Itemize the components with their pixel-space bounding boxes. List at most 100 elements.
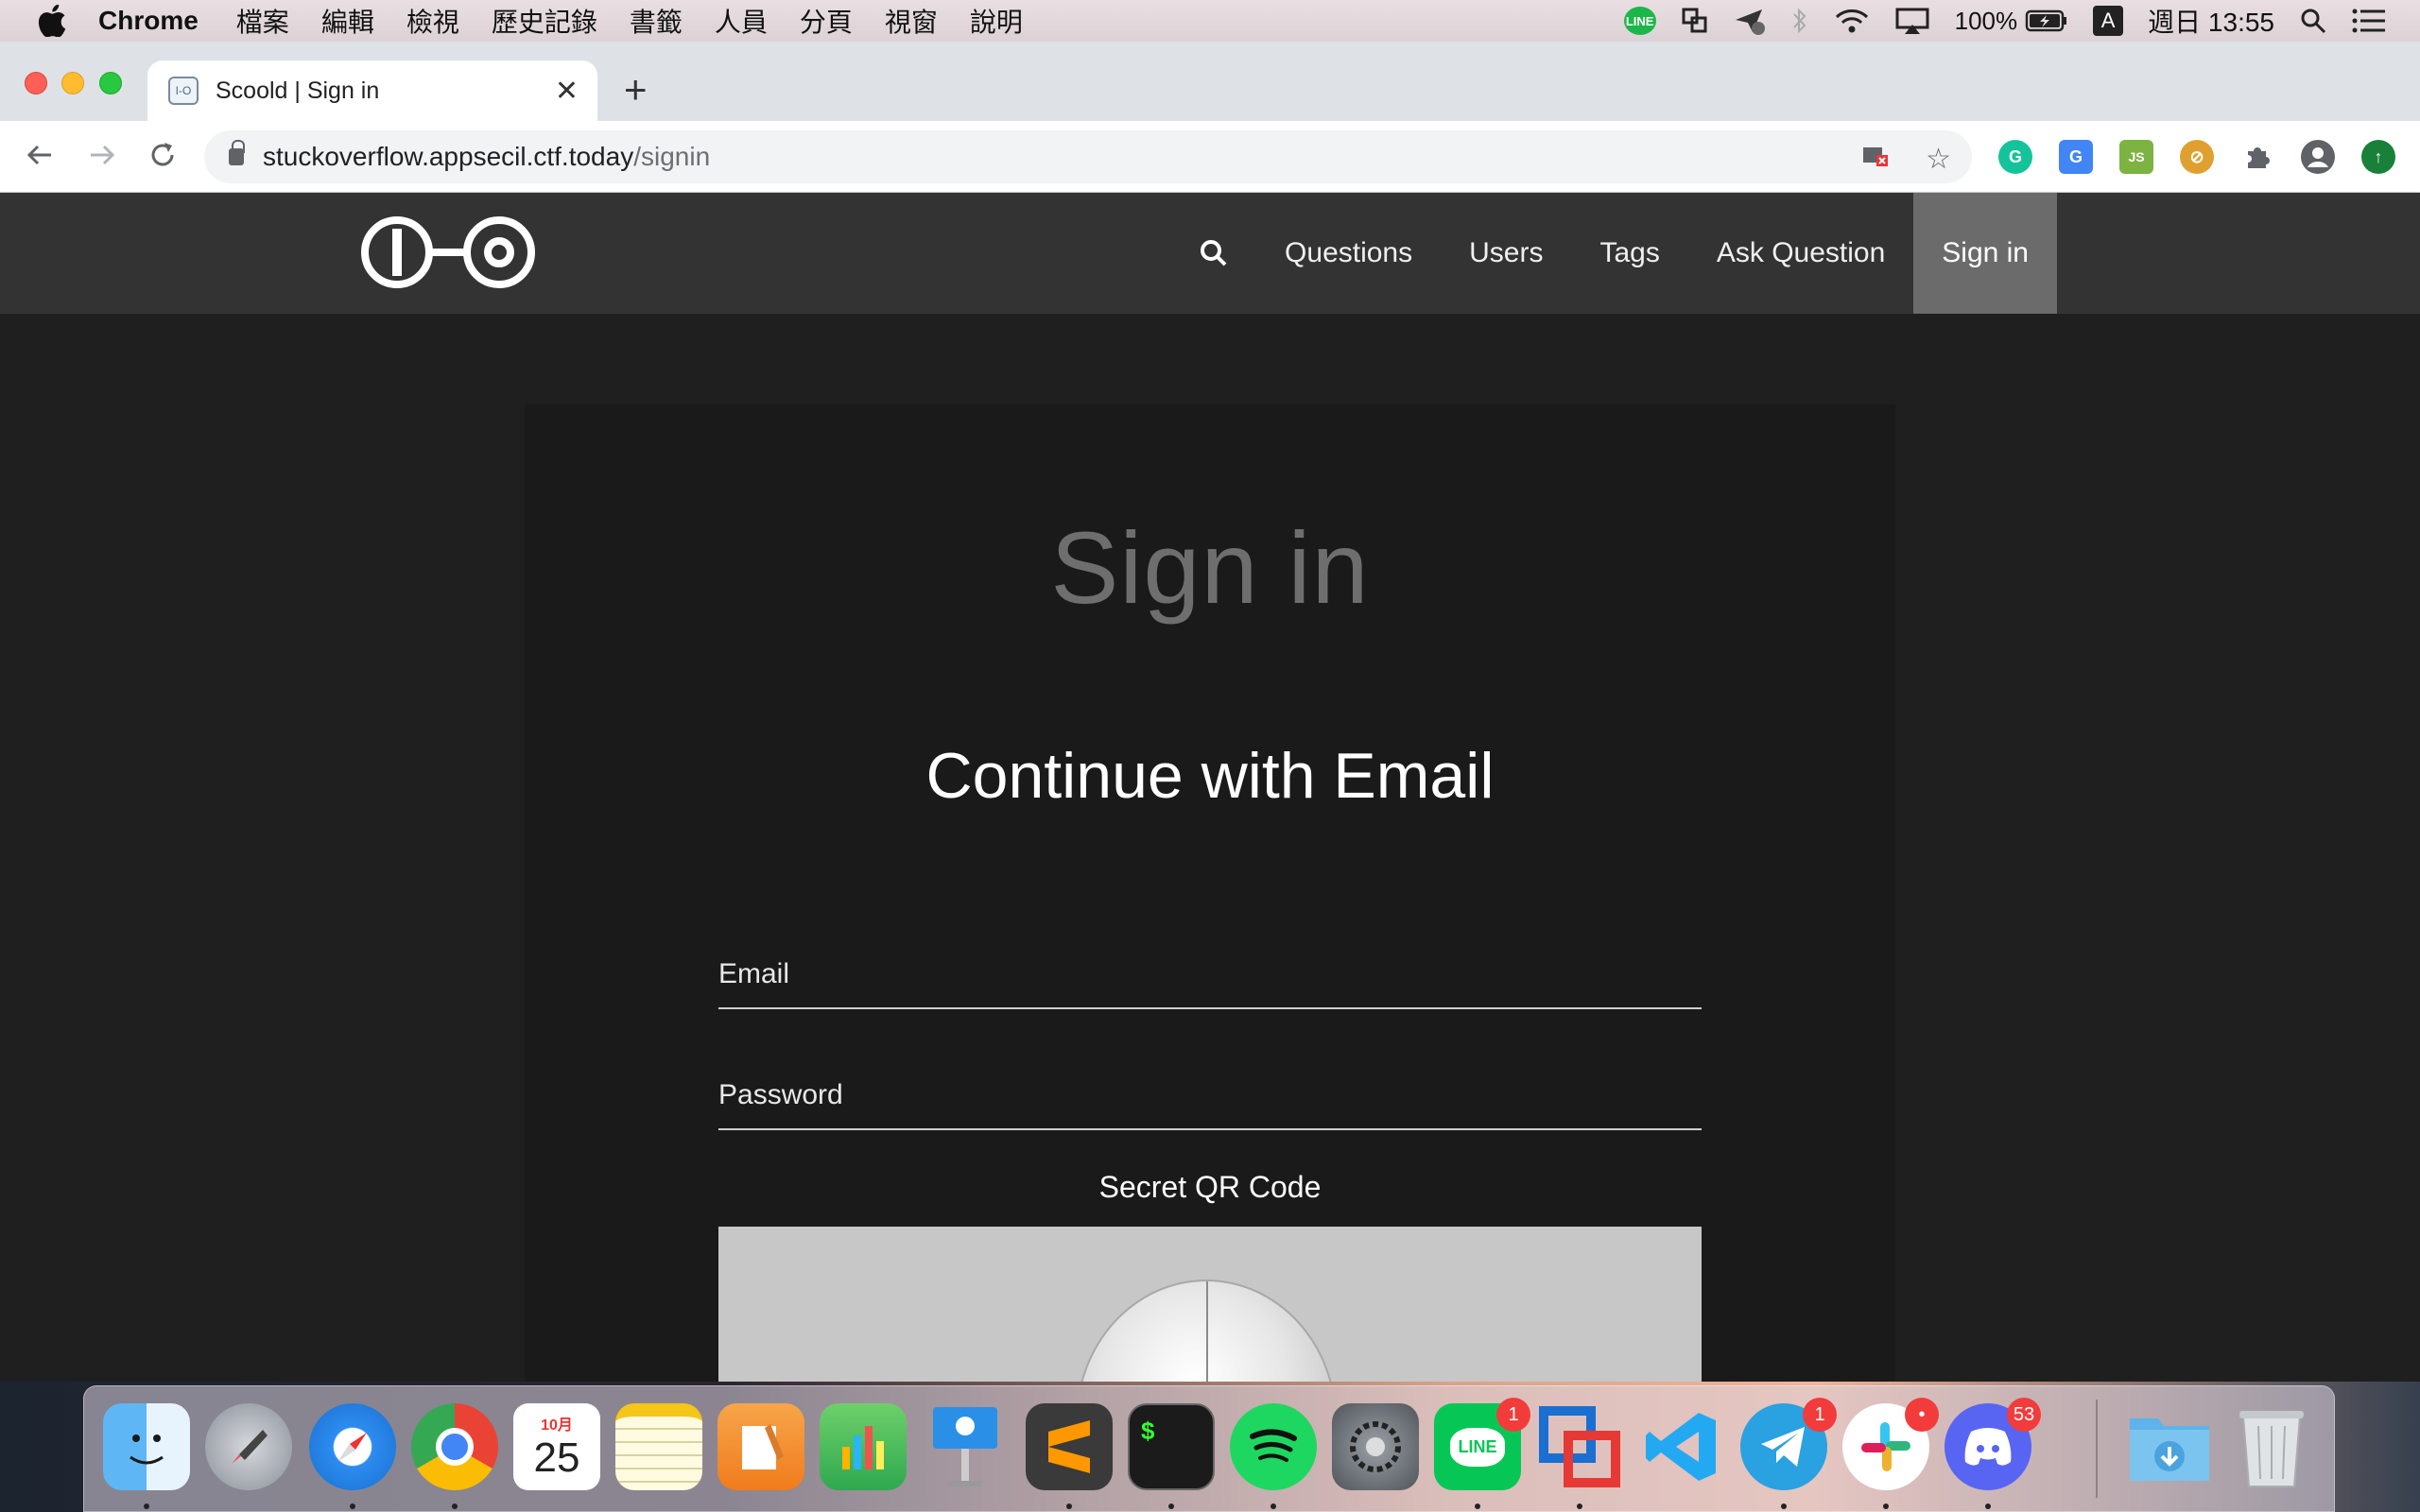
downloads-folder-icon[interactable] [2126, 1403, 2213, 1490]
terminal-running-dot [1168, 1503, 1174, 1509]
menu-file[interactable]: 檔案 [236, 2, 289, 40]
apple-icon[interactable] [38, 5, 66, 37]
system-preferences-icon[interactable] [1332, 1403, 1419, 1490]
update-arrow-icon[interactable]: ↑ [2361, 140, 2395, 174]
menu-app-name[interactable]: Chrome [98, 6, 199, 36]
window-zoom-button[interactable] [99, 72, 122, 94]
address-bar[interactable]: stuckoverflow.appsecil.ctf.today/signin … [204, 130, 1972, 183]
menu-window[interactable]: 視窗 [885, 2, 938, 40]
numbers-icon[interactable] [820, 1403, 907, 1490]
site-navbar: Questions Users Tags Ask Question Sign i… [0, 193, 2420, 314]
menu-history[interactable]: 歷史記錄 [492, 2, 597, 40]
telegram-notification-badge: 1 [1803, 1398, 1837, 1432]
bookmark-star-icon[interactable]: ☆ [1926, 143, 1951, 176]
dock-separator [2096, 1400, 2098, 1498]
browser-toolbar: stuckoverflow.appsecil.ctf.today/signin … [0, 121, 2420, 193]
telegram-icon[interactable]: 1 [1740, 1398, 1837, 1490]
chrome-running-dot [452, 1503, 458, 1509]
calendar-icon[interactable]: 10月 25 [513, 1403, 600, 1490]
vscode-icon[interactable] [1638, 1403, 1725, 1490]
continue-with-email-heading: Continue with Email [925, 740, 1495, 812]
nav-links: Questions Users Tags Ask Question Sign i… [1200, 193, 2420, 314]
url-path: /signin [633, 142, 711, 171]
battery-icon[interactable] [2025, 9, 2068, 33]
js-extension-icon[interactable]: JS [2119, 140, 2153, 174]
scoold-favicon-icon: I-O [168, 77, 199, 105]
reload-icon[interactable] [142, 134, 183, 176]
bluetooth-icon[interactable] [1790, 7, 1809, 35]
url-text[interactable]: stuckoverflow.appsecil.ctf.today/signin [263, 142, 710, 172]
tab-title: Scoold | Sign in [216, 77, 380, 104]
airplay-icon[interactable] [1894, 7, 1930, 35]
line-status-icon[interactable]: LINE [1623, 7, 1656, 35]
window-close-button[interactable] [25, 72, 47, 94]
notes-icon[interactable] [615, 1403, 702, 1490]
nav-signin-link[interactable]: Sign in [1913, 193, 2057, 314]
pages-icon[interactable] [717, 1403, 804, 1490]
lock-icon[interactable] [229, 140, 245, 165]
secret-qr-code-label: Secret QR Code [1098, 1170, 1322, 1204]
tab-close-icon[interactable]: ✕ [555, 75, 579, 108]
menu-tab[interactable]: 分頁 [800, 2, 853, 40]
tab-strip: I-O Scoold | Sign in ✕ + [0, 42, 2420, 121]
search-icon[interactable] [1200, 239, 1228, 267]
finder-icon[interactable] [103, 1403, 190, 1490]
line-running-dot [1475, 1503, 1480, 1509]
window-minimize-button[interactable] [61, 72, 84, 94]
telegram-running-dot [1781, 1503, 1787, 1509]
calendar-day: 25 [533, 1435, 580, 1481]
email-field[interactable]: Email [718, 953, 1702, 1009]
menu-people[interactable]: 人員 [715, 2, 768, 40]
launchpad-icon[interactable] [205, 1403, 292, 1490]
terminal-prompt: $ [1141, 1417, 1155, 1445]
nav-ask-question-link[interactable]: Ask Question [1717, 237, 1885, 269]
keynote-icon[interactable] [922, 1403, 1009, 1490]
blocked-extension-icon[interactable]: ⊘ [2180, 140, 2214, 174]
page-title: Sign in [1050, 510, 1370, 625]
vmware-fusion-icon[interactable] [1536, 1403, 1623, 1490]
chrome-icon[interactable] [411, 1403, 498, 1490]
dock: 10月 25 $ LINE 1 1 • 53 [83, 1385, 2335, 1512]
sublime-running-dot [1066, 1503, 1072, 1509]
send-icon[interactable] [1734, 7, 1766, 35]
safari-icon[interactable] [309, 1403, 396, 1490]
url-host: stuckoverflow.appsecil.ctf.today [263, 142, 634, 171]
back-arrow-icon[interactable] [19, 134, 60, 176]
signin-card: Sign in Continue with Email Email Passwo… [525, 404, 1895, 1444]
menu-bookmarks[interactable]: 書籤 [630, 2, 683, 40]
grammarly-extension-icon[interactable]: G [1998, 140, 2032, 174]
line-app-label: LINE [1450, 1427, 1505, 1467]
terminal-icon[interactable]: $ [1128, 1403, 1215, 1490]
camera-blocked-icon[interactable] [1861, 142, 1892, 176]
slack-icon[interactable]: • [1842, 1398, 1939, 1490]
menu-help[interactable]: 說明 [970, 2, 1023, 40]
menu-view[interactable]: 檢視 [406, 2, 459, 40]
tab-scoold-signin[interactable]: I-O Scoold | Sign in ✕ [147, 60, 597, 121]
nav-questions-link[interactable]: Questions [1285, 237, 1412, 269]
google-translate-extension-icon[interactable]: G [2059, 140, 2093, 174]
safari-running-dot [350, 1503, 355, 1509]
profile-avatar-icon[interactable] [2301, 140, 2335, 174]
line-app-icon[interactable]: LINE 1 [1434, 1398, 1530, 1490]
new-tab-icon[interactable]: + [624, 70, 648, 110]
spotlight-search-icon[interactable] [2299, 7, 2327, 35]
menu-bar: Chrome 檔案 編輯 檢視 歷史記錄 書籤 人員 分頁 視窗 說明 LINE… [0, 0, 2420, 42]
finder-running-dot [144, 1503, 149, 1509]
sublime-text-icon[interactable] [1026, 1403, 1113, 1490]
spotify-icon[interactable] [1230, 1403, 1317, 1490]
notification-center-icon[interactable] [2352, 8, 2386, 34]
email-label: Email [718, 958, 790, 989]
menu-edit[interactable]: 編輯 [321, 2, 374, 40]
input-source-icon[interactable]: A [2093, 6, 2124, 36]
scoold-logo[interactable] [361, 212, 535, 293]
nav-users-link[interactable]: Users [1469, 237, 1543, 269]
extensions-puzzle-icon[interactable] [2240, 140, 2274, 174]
nav-tags-link[interactable]: Tags [1599, 237, 1659, 269]
discord-icon[interactable]: 53 [1945, 1398, 2041, 1490]
trash-icon[interactable] [2228, 1403, 2315, 1490]
password-field[interactable]: Password [718, 1074, 1702, 1130]
clock[interactable]: 週日 13:55 [2148, 2, 2274, 40]
window-arrange-icon[interactable] [1681, 7, 1709, 35]
wifi-icon[interactable] [1834, 7, 1870, 35]
forward-arrow-icon[interactable] [81, 134, 123, 176]
